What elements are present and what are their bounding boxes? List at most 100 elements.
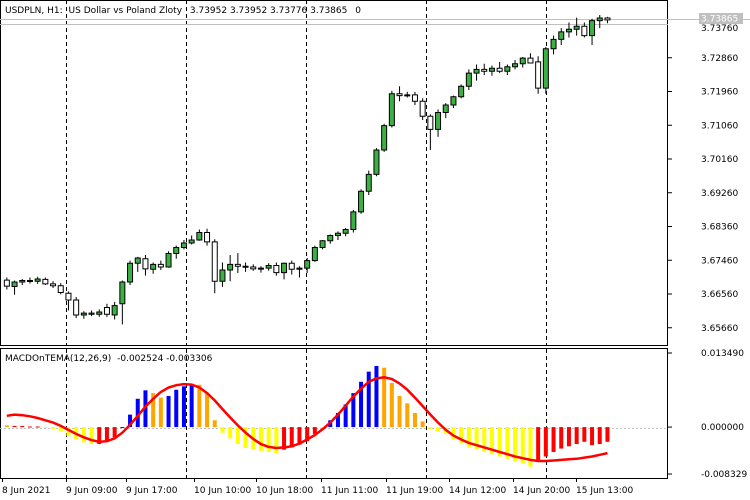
candle-body bbox=[311, 247, 318, 262]
histogram-bar bbox=[436, 427, 441, 432]
time-tick-label: 11 Jun 11:00 bbox=[321, 486, 378, 496]
candle-body bbox=[165, 253, 172, 268]
candle bbox=[381, 123, 388, 152]
histogram-bar bbox=[166, 395, 171, 428]
histogram-bar bbox=[235, 427, 240, 445]
candle-body bbox=[550, 38, 557, 50]
candle bbox=[365, 170, 372, 195]
time-tick-label: 14 Jun 12:00 bbox=[449, 486, 506, 496]
histogram-bar bbox=[536, 427, 541, 460]
candle-body bbox=[396, 93, 403, 97]
price-axis[interactable]: 3.72860 3.71960 3.71060 3.70160 3.69260 3.683… bbox=[668, 54, 738, 334]
candle-body bbox=[373, 149, 380, 175]
chart-ohlc: 3.73952 3.73952 3.73776 3.73865 bbox=[190, 6, 347, 16]
price-tick-label: 3.71960 bbox=[701, 88, 738, 98]
candle-body bbox=[527, 57, 534, 64]
candle bbox=[419, 98, 426, 120]
candle-body bbox=[458, 85, 465, 98]
top-price-tick-label: 3.73760 bbox=[701, 24, 738, 34]
candle-body bbox=[381, 125, 388, 151]
histogram-bar bbox=[4, 425, 9, 428]
histogram-bar bbox=[551, 427, 556, 452]
candle bbox=[358, 189, 365, 214]
candle-body bbox=[204, 232, 211, 243]
candle-body bbox=[80, 312, 87, 316]
candle-body bbox=[519, 57, 526, 65]
price-tick-label: 3.65660 bbox=[701, 324, 738, 334]
candle-body bbox=[427, 115, 434, 130]
candle-body bbox=[442, 104, 449, 113]
candle-body bbox=[34, 278, 41, 282]
candle-body bbox=[103, 307, 110, 315]
price-tick-label: 3.69260 bbox=[701, 189, 738, 199]
histogram-bar bbox=[228, 427, 233, 439]
histogram-bar bbox=[197, 384, 202, 428]
histogram-bar bbox=[574, 427, 579, 445]
price-tick-label: 3.68360 bbox=[701, 223, 738, 233]
time-tick-label: 15 Jun 13:00 bbox=[576, 486, 633, 496]
price-tick-label: 3.67460 bbox=[701, 256, 738, 266]
candle-body bbox=[404, 94, 411, 97]
candle-body bbox=[358, 190, 365, 213]
price-tick-label: 3.72860 bbox=[701, 54, 738, 64]
candle-body bbox=[150, 263, 157, 270]
candle-body bbox=[365, 173, 372, 192]
candle-body bbox=[111, 305, 118, 316]
chart-description: US Dollar vs Poland Zloty bbox=[69, 6, 183, 16]
candle-body bbox=[242, 265, 249, 268]
candle-body bbox=[558, 31, 565, 40]
candle-body bbox=[419, 100, 426, 117]
candle bbox=[73, 297, 80, 318]
histogram-bar bbox=[205, 393, 210, 428]
candle-body bbox=[481, 68, 488, 72]
price-pane[interactable]: USDPLN, H1: US Dollar vs Poland Zloty 3.… bbox=[0, 0, 750, 346]
candle-body bbox=[42, 278, 49, 285]
indicator-values: -0.002524 -0.003306 bbox=[117, 354, 213, 364]
histogram-bar bbox=[81, 427, 86, 443]
histogram-bar bbox=[389, 382, 394, 428]
price-tick-label: 3.71060 bbox=[701, 121, 738, 131]
candle-body bbox=[465, 72, 472, 87]
candle-body bbox=[180, 242, 187, 248]
candle bbox=[319, 240, 326, 250]
candle-body bbox=[334, 232, 341, 236]
time-axis[interactable]: 8 Jun 2021 9 Jun 09:00 9 Jun 17:00 10 Jun 1… bbox=[2, 478, 633, 496]
histogram-bar bbox=[120, 427, 125, 429]
candle bbox=[388, 90, 395, 128]
histogram-bar bbox=[174, 389, 179, 428]
trading-chart[interactable]: USDPLN, H1: US Dollar vs Poland Zloty 3.… bbox=[0, 0, 750, 500]
indicator-pane[interactable]: MACDOnTEMA(12,26,9) -0.002524 -0.003306 bbox=[0, 348, 668, 479]
candle-body bbox=[535, 61, 542, 89]
histogram-bar bbox=[412, 412, 417, 428]
candle bbox=[127, 260, 134, 285]
candle-body bbox=[273, 265, 280, 274]
histogram-bar bbox=[597, 427, 602, 445]
candle-body bbox=[496, 67, 503, 72]
candle-body bbox=[504, 66, 511, 72]
chart-volume: 0 bbox=[355, 6, 361, 16]
candle-body bbox=[96, 311, 103, 315]
candle-body bbox=[296, 267, 303, 270]
histogram-bar bbox=[566, 427, 571, 447]
candle-body bbox=[119, 281, 126, 305]
candle-body bbox=[281, 262, 288, 274]
histogram-bar bbox=[605, 427, 610, 442]
indicator-axis[interactable]: 0.013490 0.000000 -0.008329 bbox=[668, 349, 747, 480]
candle bbox=[311, 245, 318, 262]
candle-body bbox=[542, 48, 549, 89]
candle-body bbox=[127, 262, 134, 283]
histogram-bar bbox=[158, 397, 163, 428]
time-tick-label: 9 Jun 09:00 bbox=[66, 486, 118, 496]
candle-body bbox=[3, 279, 10, 287]
histogram-bar bbox=[559, 427, 564, 449]
indicator-tick-label: -0.008329 bbox=[701, 470, 747, 480]
histogram-bar bbox=[20, 425, 25, 428]
time-tick-label: 8 Jun 2021 bbox=[2, 486, 50, 496]
histogram-bar bbox=[27, 426, 32, 428]
candle-body bbox=[19, 280, 26, 283]
chart-header: USDPLN, H1: US Dollar vs Poland Zloty 3.… bbox=[5, 6, 361, 16]
histogram-bar bbox=[397, 395, 402, 428]
histogram-bar bbox=[590, 427, 595, 446]
candle-body bbox=[350, 211, 357, 230]
candle-body bbox=[411, 94, 418, 102]
